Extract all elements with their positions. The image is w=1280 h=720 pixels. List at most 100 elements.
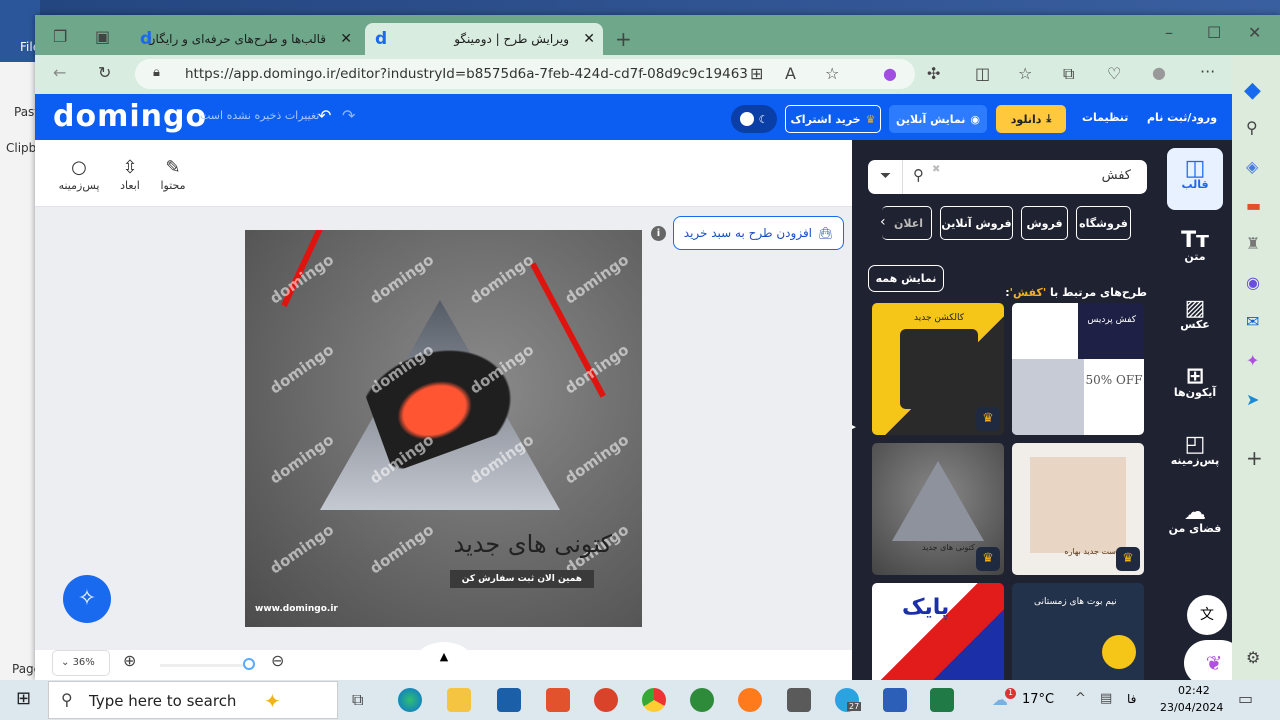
preview-button[interactable]: ◉ نمایش آنلاین [889,105,987,133]
clock-date[interactable]: 23/04/2024 [1160,701,1223,714]
undo-icon[interactable]: ↶ [318,108,331,124]
zoom-level-select[interactable]: ⌄ 36% [52,650,110,676]
subscribe-button[interactable]: ♛ خرید اشتراک [785,105,881,133]
telegram-taskbar-icon[interactable]: 27 [835,688,862,712]
copilot-icon[interactable]: ◆ [1244,80,1261,102]
rail-photo[interactable]: ▨ عکس [1167,288,1223,350]
telegram-icon[interactable]: ➤ [1246,392,1259,408]
redo-icon[interactable]: ↷ [342,108,355,124]
app-available-icon[interactable]: ⊞ [750,66,763,82]
template-search-input[interactable]: کفش ⏷ ⚲ ✖ [868,160,1147,194]
template-thumbnail[interactable]: کتونی های جدید ♛ [872,443,1004,575]
file-explorer-icon[interactable] [447,688,471,712]
outlook-icon[interactable]: ✉ [1246,314,1259,330]
toolbar-background[interactable]: ○ پس‌زمینه [57,157,101,192]
favorite-star-icon[interactable]: ☆ [825,66,839,82]
firefox-icon[interactable] [738,688,762,712]
lock-icon[interactable]: 🔒︎ [153,66,160,79]
download-button[interactable]: ⤓ دانلود [996,105,1066,133]
search-icon[interactable]: ⚲ [1246,120,1258,136]
minimize-icon[interactable]: – [1165,25,1173,41]
rail-my-space[interactable]: ☁ فضای من [1167,492,1223,554]
games-icon[interactable]: ♜ [1246,236,1260,252]
tab-editor[interactable]: d ✕ ویرایش طرح | دومینگو [365,23,603,55]
template-thumbnail[interactable]: پایک [872,583,1004,680]
psiphon-icon[interactable] [594,688,618,712]
zoom-in-icon[interactable]: ⊕ [123,653,136,669]
chip-announcement[interactable]: اعلان [882,206,932,240]
excel-taskbar-icon[interactable] [930,688,954,712]
login-link[interactable]: ورود/ثبت نام [1147,111,1217,124]
maximize-icon[interactable]: ☐ [1207,25,1221,41]
tools-icon[interactable]: ▬ [1246,198,1261,214]
rail-background[interactable]: ◰ پس‌زمینه [1167,424,1223,486]
template-thumbnail[interactable]: کفش پردیس 50% OFF [1012,303,1144,435]
new-tab-icon[interactable]: + [615,29,632,49]
read-aloud-icon[interactable]: A [785,66,796,82]
zoom-slider-handle[interactable] [243,658,255,670]
close-tab-icon[interactable]: ✕ [340,31,352,47]
zoom-slider[interactable] [160,664,245,667]
split-screen-icon[interactable]: ◫ [975,66,990,82]
tray-chevron-icon[interactable]: ^ [1075,692,1086,705]
back-icon[interactable]: ← [53,65,66,81]
word-taskbar-icon[interactable] [883,688,907,712]
template-thumbnail[interactable]: کالکشن جدید ♛ [872,303,1004,435]
taskbar-search-input[interactable]: ⚲ Type here to search ✦ [48,681,338,719]
idm-icon[interactable] [690,688,714,712]
extensions-icon[interactable]: ✣ [927,66,940,82]
chips-scroll-left-icon[interactable]: ‹ [880,214,886,230]
profile-avatar-icon[interactable]: ● [1152,65,1166,81]
chip-online-sale[interactable]: فروش آنلاین [940,206,1013,240]
notifications-icon[interactable]: ▭ [1238,691,1253,707]
weather-temp[interactable]: 17°C [1022,692,1054,707]
shopping-tag-icon[interactable]: ◈ [1246,159,1258,175]
designer-icon[interactable]: ✦ [1246,353,1259,369]
edge-taskbar-icon[interactable] [398,688,422,712]
dark-mode-toggle[interactable]: ☾ [731,105,777,133]
ms-store-icon[interactable] [497,688,521,712]
more-menu-icon[interactable]: ··· [1200,64,1215,80]
task-view-icon[interactable]: ⧉ [352,692,363,708]
settings-gear-icon[interactable]: ⚙ [1246,650,1260,666]
clock-time[interactable]: 02:42 [1178,684,1210,697]
rail-icons[interactable]: ⊞ آیکون‌ها [1167,356,1223,418]
input-language[interactable]: فا [1127,692,1136,706]
show-all-button[interactable]: نمایش همه [868,265,944,292]
microsoft365-icon[interactable]: ◉ [1246,275,1260,291]
info-icon[interactable]: i [651,226,666,241]
zoom-out-icon[interactable]: ⊖ [271,653,284,669]
collapse-panel-button[interactable]: ▶ [852,398,860,458]
browser-essentials-icon[interactable]: ♡ [1107,66,1121,82]
rail-text[interactable]: Tт متن [1167,220,1223,282]
favorites-icon[interactable]: ☆ [1018,66,1032,82]
cleaner-icon[interactable] [546,688,570,712]
design-canvas[interactable]: domingo domingo domingo domingo domingo … [245,230,642,627]
pages-toggle-button[interactable]: ▲ [415,642,473,682]
chrome-icon[interactable] [642,688,666,712]
template-thumbnail[interactable]: ست جدید بهاره ♛ [1012,443,1144,575]
template-thumbnail[interactable]: نیم بوت های زمستانی [1012,583,1144,680]
domingo-logo[interactable]: domingo [53,99,207,134]
translate-button[interactable]: 文 [1187,595,1227,635]
clear-search-icon[interactable]: ✖ [932,165,940,175]
url-field[interactable]: 🔒︎ https://app.domingo.ir/editor?industr… [135,59,915,89]
close-tab-icon[interactable]: ✕ [583,31,595,47]
settings-link[interactable]: تنظیمات [1082,111,1128,124]
add-to-cart-button[interactable]: 👜︎ افزودن طرح به سبد خرید [673,216,844,250]
copilot-extension-icon[interactable]: ● [883,66,897,82]
search-icon[interactable]: ⚲ [913,168,924,183]
collections-icon[interactable]: ⧉ [1063,66,1074,82]
chip-store[interactable]: فروشگاه [1076,206,1131,240]
windows-start-icon[interactable]: ⊞ [16,690,31,708]
close-window-icon[interactable]: ✕ [1248,25,1261,41]
add-sidebar-app-icon[interactable]: + [1246,448,1263,468]
network-icon[interactable]: ▤ [1100,692,1112,705]
chip-sale[interactable]: فروش [1021,206,1068,240]
toolbar-content[interactable]: ✎ محتوا [157,157,189,192]
filter-icon[interactable]: ⏷ [880,169,891,183]
app-icon[interactable] [787,688,811,712]
rail-templates[interactable]: ◫ قالب [1167,148,1223,210]
workspaces-icon[interactable]: ❐ [53,29,67,45]
refresh-icon[interactable]: ↻ [98,65,111,81]
